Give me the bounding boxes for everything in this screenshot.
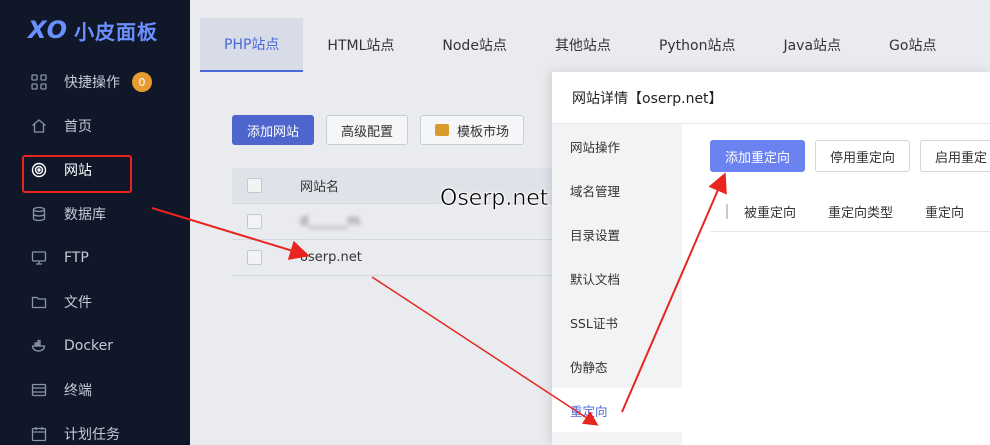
tab-other-sites[interactable]: 其他站点 [531,18,635,72]
column-header-redirect-target: 重定向 [925,206,965,221]
home-icon [30,117,48,135]
sidebar: XO 小皮面板 快捷操作 0 首页 网站 数据库 FTP 文件 Docker 终… [0,0,190,445]
redirect-table-header: 被重定向 重定向类型 重定向 [710,192,990,232]
tab-go-sites[interactable]: Go站点 [865,18,960,72]
grid-icon [30,73,48,91]
dialog-nav-domain-management[interactable]: 域名管理 [552,168,682,212]
folder-icon [30,293,48,311]
dialog-nav-site-actions[interactable]: 网站操作 [552,124,682,168]
tab-java-sites[interactable]: Java站点 [759,18,865,72]
sidebar-item-ftp[interactable]: FTP [0,236,190,280]
add-redirect-button[interactable]: 添加重定向 [710,140,806,172]
column-header-site-name: 网站名 [300,180,340,195]
site-detail-dialog: 网站详情【oserp.net】 网站操作 域名管理 目录设置 默认文档 SSL证… [552,72,990,445]
select-all-checkbox[interactable] [247,178,262,193]
sidebar-item-scheduled-tasks[interactable]: 计划任务 [0,412,190,445]
sidebar-item-home[interactable]: 首页 [0,104,190,148]
template-market-label: 模板市场 [457,124,510,140]
logo-text: 小皮面板 [74,19,159,44]
disable-redirect-button[interactable]: 停用重定向 [815,140,911,172]
dialog-nav-redirect[interactable]: 重定向 [552,388,682,432]
dialog-nav-rewrite[interactable]: 伪静态 [552,344,682,388]
sidebar-item-label: 首页 [64,119,92,135]
row-checkbox[interactable] [247,250,262,265]
template-market-button[interactable]: 模板市场 [420,115,525,145]
template-icon [435,124,450,136]
sidebar-item-label: 文件 [64,295,92,311]
tab-node-sites[interactable]: Node站点 [418,18,531,72]
site-name[interactable]: oserp.net [300,250,362,265]
count-badge: 0 [132,72,152,92]
sidebar-item-terminal[interactable]: 终端 [0,368,190,412]
monitor-icon [30,249,48,267]
enable-redirect-button[interactable]: 启用重定 [920,140,990,172]
tab-python-sites[interactable]: Python站点 [635,18,760,72]
dialog-title: 网站详情【oserp.net】 [552,72,990,124]
calendar-icon [30,425,48,443]
logo-mark: XO [28,16,69,44]
sidebar-item-database[interactable]: 数据库 [0,192,190,236]
row-checkbox[interactable] [247,214,262,229]
table-row[interactable]: oserp.net [232,240,562,276]
dialog-nav-ssl-certificate[interactable]: SSL证书 [552,300,682,344]
site-table: 网站名 d______m oserp.net [232,168,562,276]
sidebar-item-files[interactable]: 文件 [0,280,190,324]
docker-icon [30,337,48,355]
sidebar-item-label: Docker [64,338,114,354]
sidebar-item-label: 计划任务 [64,427,120,443]
column-header-redirect-type: 重定向类型 [828,206,894,221]
terminal-icon [30,381,48,399]
dialog-nav: 网站操作 域名管理 目录设置 默认文档 SSL证书 伪静态 重定向 [552,124,682,445]
advanced-config-button[interactable]: 高级配置 [326,115,409,145]
sidebar-item-label: 终端 [64,383,92,399]
dialog-nav-directory-settings[interactable]: 目录设置 [552,212,682,256]
site-toolbar: 添加网站 高级配置 模板市场 [232,115,525,145]
sidebar-item-label: 快捷操作 [64,75,120,91]
column-header-redirected: 被重定向 [744,206,797,221]
logo[interactable]: XO 小皮面板 [0,0,190,60]
sidebar-item-quick-actions[interactable]: 快捷操作 0 [0,60,190,104]
sidebar-item-docker[interactable]: Docker [0,324,190,368]
add-site-button[interactable]: 添加网站 [232,115,315,145]
watermark-text: Oserp.net [440,186,549,212]
redirect-toolbar: 添加重定向 停用重定向 启用重定 [710,140,990,172]
site-type-tabs: PHP站点 HTML站点 Node站点 其他站点 Python站点 Java站点… [200,18,960,72]
site-name[interactable]: d______m [300,214,360,229]
database-icon [30,205,48,223]
tab-html-sites[interactable]: HTML站点 [303,18,418,72]
annotation-highlight-box [22,155,132,193]
tab-php-sites[interactable]: PHP站点 [200,18,304,72]
dialog-content: 添加重定向 停用重定向 启用重定 被重定向 重定向类型 重定向 [682,124,990,445]
select-all-checkbox[interactable] [726,204,728,219]
sidebar-item-label: FTP [64,250,89,266]
sidebar-item-label: 数据库 [64,207,106,223]
dialog-nav-default-document[interactable]: 默认文档 [552,256,682,300]
